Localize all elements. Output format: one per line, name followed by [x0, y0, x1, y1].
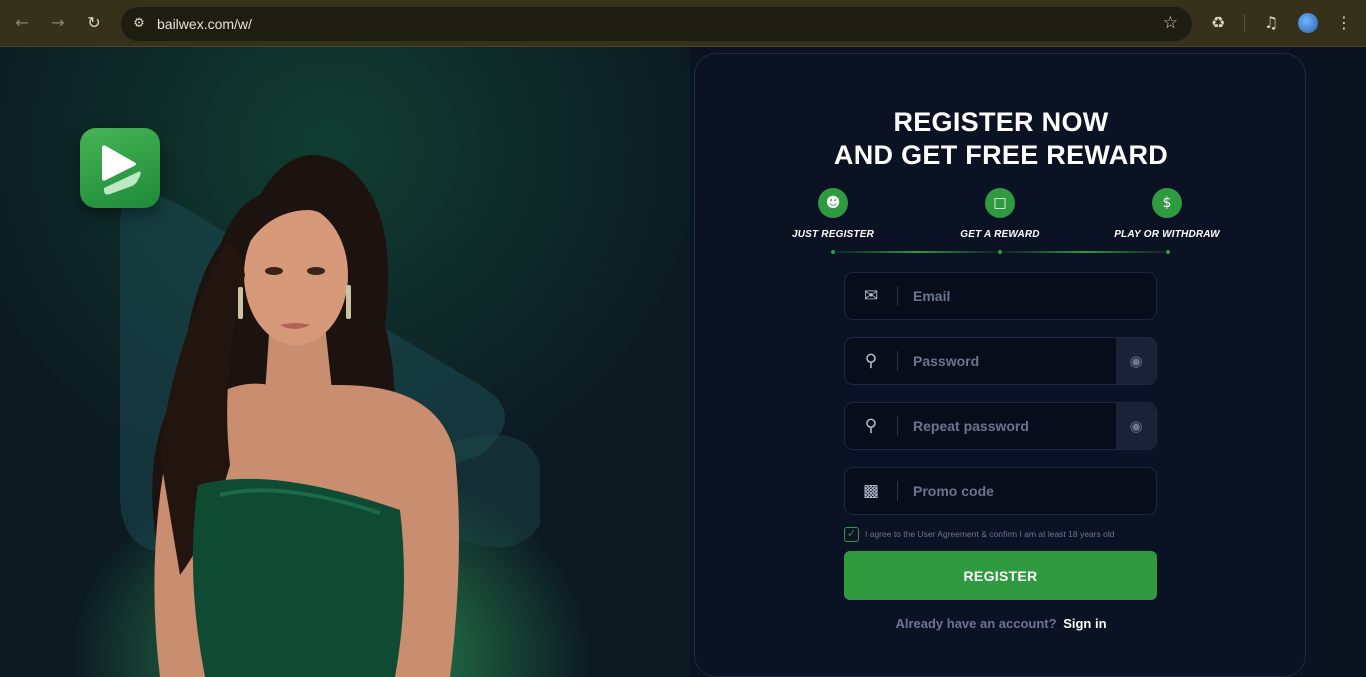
- title-line-1: REGISTER NOW: [893, 107, 1109, 137]
- eye-icon[interactable]: ◉: [1116, 403, 1156, 449]
- browser-toolbar: ← → ↻ ⚙ bailwex.com/w/ ☆ ♻ ♫ ⋮: [0, 0, 1366, 47]
- profile-avatar[interactable]: [1298, 13, 1318, 33]
- title-line-2: AND GET FREE REWARD: [833, 140, 1169, 170]
- hero-section: [0, 47, 690, 677]
- step-label: GET A REWARD: [960, 229, 1040, 240]
- promo-code-field[interactable]: ▩: [844, 467, 1157, 515]
- bookmark-star-icon[interactable]: ☆: [1163, 13, 1178, 33]
- step-just-register: ☻ JUST REGISTER: [763, 188, 903, 240]
- step-connector: [835, 251, 1000, 253]
- step-label: JUST REGISTER: [791, 229, 875, 240]
- reload-icon[interactable]: ↻: [83, 12, 105, 34]
- media-control-icon[interactable]: ♫: [1260, 12, 1282, 34]
- field-divider: [897, 286, 898, 306]
- field-divider: [897, 481, 898, 501]
- model-portrait: [152, 155, 459, 677]
- password-field[interactable]: ⚲ ◉: [844, 337, 1157, 385]
- key-icon: ⚲: [864, 351, 878, 371]
- forward-arrow-icon[interactable]: →: [47, 12, 69, 34]
- money-bag-icon: $: [1152, 188, 1182, 218]
- email-field[interactable]: ✉: [844, 272, 1157, 320]
- agreement-checkbox[interactable]: ✓: [844, 526, 859, 542]
- page-content: REGISTER NOW AND GET FREE REWARD ☻ JUST …: [0, 47, 1366, 677]
- signin-question: Already have an account?: [895, 616, 1057, 631]
- more-menu-icon[interactable]: ⋮: [1333, 12, 1355, 34]
- signin-link[interactable]: Sign in: [1063, 616, 1106, 631]
- promo-code-input[interactable]: [913, 468, 1113, 514]
- step-connector: [1002, 251, 1167, 253]
- site-settings-icon[interactable]: ⚙: [129, 14, 149, 34]
- eye-icon[interactable]: ◉: [1116, 338, 1156, 384]
- repeat-password-field[interactable]: ⚲ ◉: [844, 402, 1157, 450]
- email-input[interactable]: [913, 273, 1113, 319]
- step-get-reward: □ GET A REWARD: [930, 188, 1070, 240]
- register-card: REGISTER NOW AND GET FREE REWARD ☻ JUST …: [694, 53, 1306, 677]
- step-dot: [1166, 250, 1170, 254]
- gift-box-icon: □: [985, 188, 1015, 218]
- url-text[interactable]: bailwex.com/w/: [157, 16, 252, 32]
- register-button[interactable]: REGISTER: [844, 551, 1157, 600]
- step-dot: [831, 250, 835, 254]
- field-divider: [897, 351, 898, 371]
- step-dot: [998, 250, 1002, 254]
- envelope-icon: ✉: [863, 286, 879, 306]
- key-icon: ⚲: [864, 416, 878, 436]
- register-title: REGISTER NOW AND GET FREE REWARD: [695, 106, 1307, 172]
- step-play-withdraw: $ PLAY OR WITHDRAW: [1097, 188, 1237, 240]
- step-label: PLAY OR WITHDRAW: [1114, 229, 1220, 240]
- agreement-row: ✓ I agree to the User Agreement & confir…: [844, 526, 1114, 542]
- field-divider: [897, 416, 898, 436]
- agreement-text: I agree to the User Agreement & confirm …: [865, 529, 1115, 539]
- gift-icon: ▩: [862, 481, 880, 501]
- password-input[interactable]: [913, 338, 1113, 384]
- signin-row: Already have an account? Sign in: [695, 616, 1307, 631]
- extensions-icon[interactable]: ♻: [1207, 12, 1229, 34]
- user-icon: ☻: [818, 188, 848, 218]
- toolbar-divider: [1244, 14, 1245, 32]
- repeat-password-input[interactable]: [913, 403, 1113, 449]
- back-arrow-icon[interactable]: ←: [11, 12, 33, 34]
- address-bar[interactable]: ⚙ bailwex.com/w/ ☆: [121, 7, 1192, 41]
